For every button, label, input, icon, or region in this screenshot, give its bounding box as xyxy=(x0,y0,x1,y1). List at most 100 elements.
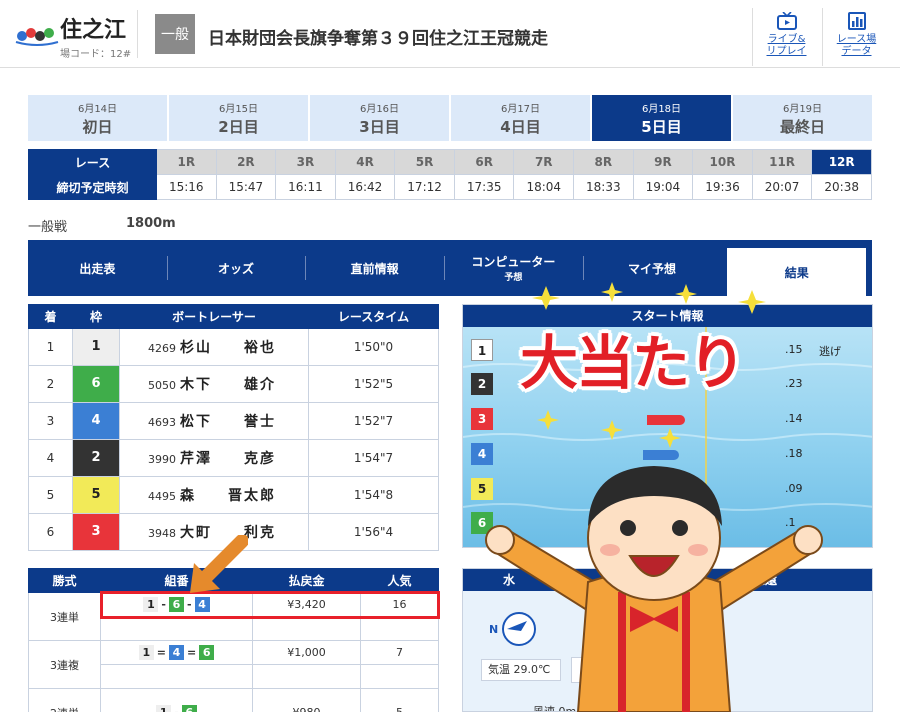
race-title: 日本財団会長旗争奪第３９回住之江王冠競走 xyxy=(208,29,548,49)
col-bet-type: 勝式 xyxy=(28,568,101,593)
race-tab-6[interactable]: 6R xyxy=(453,149,515,175)
combo-boat: 6 xyxy=(181,705,197,712)
table-row: 4 2 3990 芹澤 克彦 1'54"7 xyxy=(28,439,439,477)
racer-name[interactable]: 森 晋太郎 xyxy=(180,488,276,504)
day-tab-6[interactable]: 6月19日 最終日 xyxy=(733,95,872,141)
day-date: 6月17日 xyxy=(500,104,541,115)
payout-amount: ¥1,000 xyxy=(252,640,361,665)
col-boat: 枠 xyxy=(72,304,120,329)
deadline-time: 19:04 xyxy=(632,174,694,200)
boat-cell: 4 xyxy=(72,402,120,440)
combo-separator: = xyxy=(187,646,197,659)
combo-boat: 6 xyxy=(199,645,215,660)
col-popularity: 人気 xyxy=(360,568,439,593)
deadline-time: 17:35 xyxy=(453,174,515,200)
deadline-time: 15:47 xyxy=(215,174,277,200)
race-tab-4[interactable]: 4R xyxy=(334,149,396,175)
boat-cell: 3 xyxy=(72,513,120,551)
boat-number: 2 xyxy=(73,440,119,476)
race-distance: 1800m xyxy=(126,216,176,231)
day-name: 2日目 xyxy=(218,118,259,136)
tab-label: コンピューター xyxy=(471,255,556,269)
tab-odds[interactable]: オッズ xyxy=(166,240,306,296)
tv-icon xyxy=(776,12,797,30)
race-type: 一般戦 xyxy=(28,220,68,235)
day-tab-3[interactable]: 6月16日 3日目 xyxy=(310,95,449,141)
rank: 1 xyxy=(28,328,73,366)
day-date: 6月16日 xyxy=(359,104,400,115)
jackpot-sticker: 大当たり xyxy=(520,329,746,397)
day-tab-1[interactable]: 6月14日 初日 xyxy=(28,95,167,141)
day-date: 6月18日 xyxy=(641,104,682,115)
racer-name[interactable]: 松下 誉士 xyxy=(180,414,276,430)
deadline-time: 16:42 xyxy=(334,174,396,200)
col-time: レースタイム xyxy=(308,304,439,329)
popularity: 7 xyxy=(360,640,439,665)
race-time: 1'56"4 xyxy=(308,513,439,551)
day-tabs: 6月14日 初日 6月15日 2日目 6月16日 3日目 6月17日 4日目 6月18日… xyxy=(28,95,872,141)
popularity: 5 xyxy=(360,688,439,712)
boat-cell: 2 xyxy=(72,439,120,477)
race-tab-2[interactable]: 2R xyxy=(215,149,277,175)
tab-label: マイ予想 xyxy=(628,261,677,276)
live-label-2: リプレイ xyxy=(766,46,807,57)
race-tab-11[interactable]: 11R xyxy=(751,149,813,175)
combo-boat: 1 xyxy=(156,705,172,712)
table-row: 3連複 1 = 4 = 6 ¥1,000 7 xyxy=(28,640,439,689)
combination: 1-6 xyxy=(100,688,253,712)
combination: 1 = 4 = 6 xyxy=(100,640,253,665)
cheering-man-illustration xyxy=(485,466,823,712)
register-number: 4495 xyxy=(148,490,176,503)
race-tab-9[interactable]: 9R xyxy=(632,149,694,175)
racer-name[interactable]: 木下 雄介 xyxy=(180,377,276,393)
race-tab-5[interactable]: 5R xyxy=(394,149,455,175)
racer-cell: 3990 芹澤 克彦 xyxy=(119,439,309,477)
race-results-table: 着 枠 ボートレーサー レースタイム 1 1 4269 杉山 裕也 1'50"0 … xyxy=(28,304,439,551)
race-tab-7[interactable]: 7R xyxy=(513,149,575,175)
day-tab-2[interactable]: 6月15日 2日目 xyxy=(169,95,308,141)
venue-data-button[interactable]: レース場 データ xyxy=(822,8,890,66)
kimarite: 逃げ xyxy=(819,345,841,358)
rank: 5 xyxy=(28,476,73,514)
rank: 4 xyxy=(28,439,73,477)
boat-number: 5 xyxy=(73,477,119,513)
race-tab-12[interactable]: 12R xyxy=(811,149,872,175)
day-date: 6月15日 xyxy=(218,104,259,115)
day-tab-4[interactable]: 6月17日 4日目 xyxy=(451,95,590,141)
deadline-time: 18:04 xyxy=(513,174,575,200)
racer-name[interactable]: 杉山 裕也 xyxy=(180,340,276,356)
boat-number: 3 xyxy=(73,514,119,550)
col-racer: ボートレーサー xyxy=(119,304,309,329)
payout-amount: ¥980 xyxy=(252,688,361,712)
race-time: 1'54"8 xyxy=(308,476,439,514)
tab-pre-race-info[interactable]: 直前情報 xyxy=(305,240,444,296)
deadline-time: 15:16 xyxy=(156,174,217,200)
live-label-1: ライブ& xyxy=(767,34,806,45)
header: 住之江 場コード：12# 一般 日本財団会長旗争奪第３９回住之江王冠競走 ライブ… xyxy=(0,0,900,68)
day-name: 5日目 xyxy=(641,118,682,136)
race-tab-8[interactable]: 8R xyxy=(573,149,634,175)
combo-separator: - xyxy=(174,706,179,712)
day-name: 最終日 xyxy=(779,118,825,136)
header-divider xyxy=(137,10,138,58)
deadline-time: 20:38 xyxy=(811,174,872,200)
tab-entry-list[interactable]: 出走表 xyxy=(28,240,167,296)
race-tab-10[interactable]: 10R xyxy=(692,149,753,175)
race-tab-1[interactable]: 1R xyxy=(156,149,217,175)
data-label-1: レース場 xyxy=(836,34,877,45)
boat-number: 4 xyxy=(73,403,119,439)
race-tab-3[interactable]: 3R xyxy=(275,149,336,175)
day-name: 4日目 xyxy=(500,118,541,136)
boat-cell: 1 xyxy=(72,328,120,366)
race-schedule-table: レース 1R 2R 3R 4R 5R 6R 7R 8R 9R 10R 11R 1… xyxy=(28,149,872,200)
boat-cell: 5 xyxy=(72,476,120,514)
grade-badge: 一般 xyxy=(155,14,195,54)
race-time: 1'54"7 xyxy=(308,439,439,477)
rank: 6 xyxy=(28,513,73,551)
racer-name[interactable]: 芹澤 克彦 xyxy=(180,451,276,467)
boat-number: 1 xyxy=(73,329,119,365)
race-row-label: レース xyxy=(28,149,157,175)
live-replay-button[interactable]: ライブ& リプレイ xyxy=(752,8,820,66)
day-tab-5[interactable]: 6月18日 5日目 xyxy=(592,95,731,141)
deadline-time: 17:12 xyxy=(394,174,455,200)
